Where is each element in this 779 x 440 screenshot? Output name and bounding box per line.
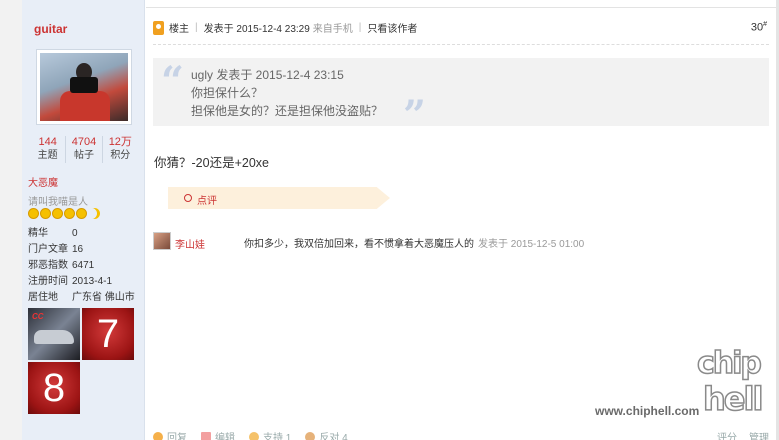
- star-icon: [40, 208, 51, 219]
- avatar-photo: [40, 53, 128, 121]
- info-row: 居住地 广东省 佛山市: [28, 292, 135, 303]
- comment-time: 发表于 2015-12-5 01:00: [478, 239, 585, 250]
- quote-source: ugly 发表于 2015-12-4 23:15: [191, 68, 344, 82]
- post-source[interactable]: 来自手机: [313, 20, 353, 35]
- thumbs-up-icon: [249, 431, 259, 440]
- comment-avatar[interactable]: [153, 232, 171, 250]
- stat-posts-label: 帖子: [73, 150, 94, 161]
- quote-block: “ ugly 发表于 2015-12-4 23:15 你担保什么？ 担保他是女的…: [153, 58, 769, 136]
- open-quote-icon: “: [161, 58, 185, 105]
- support-button[interactable]: 支持 1: [249, 429, 291, 440]
- star-icon: [28, 208, 39, 219]
- comment-username[interactable]: 李山娃: [175, 236, 205, 251]
- left-frame: [0, 0, 22, 440]
- comment-circle-icon: [184, 194, 192, 202]
- eight-medal[interactable]: 8: [28, 362, 80, 414]
- comment-text: 你扣多少，我双倍加回来，看不惯拿着大恶魔压人的 发表于 2015-12-5 01:…: [244, 239, 585, 250]
- quote-line: 担保他是女的？还是担保他没盗贴？: [191, 104, 384, 118]
- post: 楼主 | 发表于 2015-12-4 23:29 来自手机 | 只看该作者 30…: [146, 0, 776, 440]
- post-meta: 楼主 | 发表于 2015-12-4 23:29 来自手机 | 只看该作者: [153, 20, 417, 35]
- stat-posts-value: 4704: [71, 136, 97, 148]
- reply-icon: [153, 431, 163, 440]
- avatar[interactable]: [36, 49, 132, 125]
- info-row: 邪恶指数 6471: [28, 260, 95, 271]
- star-icon: [64, 208, 75, 219]
- username-link[interactable]: guitar: [34, 22, 67, 36]
- thumbs-down-icon: [305, 431, 316, 440]
- user-stats: 144 主题 4704 帖子 12万 积分: [30, 136, 138, 163]
- stat-credits-value: 12万: [108, 136, 132, 148]
- info-row: 门户文章 16: [28, 244, 84, 255]
- author-badge: 楼主: [169, 24, 189, 35]
- stat-posts[interactable]: 4704 帖子: [66, 136, 103, 163]
- post-actions: 回复 编辑 支持 1 反对 4 评分 管理: [153, 429, 769, 440]
- star-icon: [52, 208, 63, 219]
- reply-button[interactable]: 回复: [153, 429, 187, 440]
- user-custom-title: 请叫我喵是人: [28, 197, 88, 208]
- stat-threads-value: 144: [38, 136, 57, 148]
- stat-threads-label: 主题: [37, 150, 58, 161]
- meta-divider: [153, 44, 769, 45]
- author-icon: [153, 20, 164, 35]
- comment-header: 点评: [168, 187, 390, 209]
- user-info: 精华 0 门户文章 16 邪恶指数 6471 注册时间 2013-4-1 居住地 广东省 …: [28, 226, 142, 306]
- stat-threads[interactable]: 144 主题: [30, 136, 67, 163]
- post-time: 发表于 2015-12-4 23:29: [203, 24, 310, 35]
- stat-credits[interactable]: 12万 积分: [103, 136, 138, 163]
- manage-link[interactable]: 管理: [749, 429, 769, 440]
- watermark-url: www.chiphell.com: [595, 404, 700, 418]
- star-icon: [76, 208, 87, 219]
- oppose-button[interactable]: 反对 4: [305, 429, 348, 440]
- stat-credits-label: 积分: [110, 150, 131, 161]
- only-author-link[interactable]: 只看该作者: [367, 20, 417, 35]
- close-quote-icon: ”: [403, 92, 427, 139]
- info-row: 注册时间 2013-4-1: [28, 276, 113, 287]
- user-sidebar: guitar 144 主题 4704 帖子 12万 积分 大恶魔 请叫我喵是人 …: [22, 0, 145, 440]
- pencil-icon: [201, 431, 211, 440]
- info-row: 精华 0: [28, 228, 78, 239]
- chiphell-logo-icon: chip hell: [696, 345, 764, 419]
- seven-medal[interactable]: 7: [82, 308, 134, 360]
- floor-number[interactable]: 30#: [751, 21, 767, 34]
- moon-icon: [89, 208, 100, 219]
- rate-link[interactable]: 评分: [717, 429, 737, 440]
- rank-stars: [28, 208, 100, 219]
- top-border: [146, 0, 776, 8]
- car-club-medal[interactable]: CC: [28, 308, 80, 360]
- quote-line: 你担保什么？: [191, 86, 264, 100]
- comment-row: 李山娃 你扣多少，我双倍加回来，看不惯拿着大恶魔压人的 发表于 2015-12-5…: [153, 232, 769, 252]
- comment-label: 点评: [197, 196, 217, 207]
- post-body: 你猜？-20还是+20xe: [154, 156, 269, 170]
- user-rank[interactable]: 大恶魔: [28, 174, 58, 189]
- chiphell-watermark: www.chiphell.com chip hell: [595, 345, 771, 424]
- edit-button[interactable]: 编辑: [201, 429, 235, 440]
